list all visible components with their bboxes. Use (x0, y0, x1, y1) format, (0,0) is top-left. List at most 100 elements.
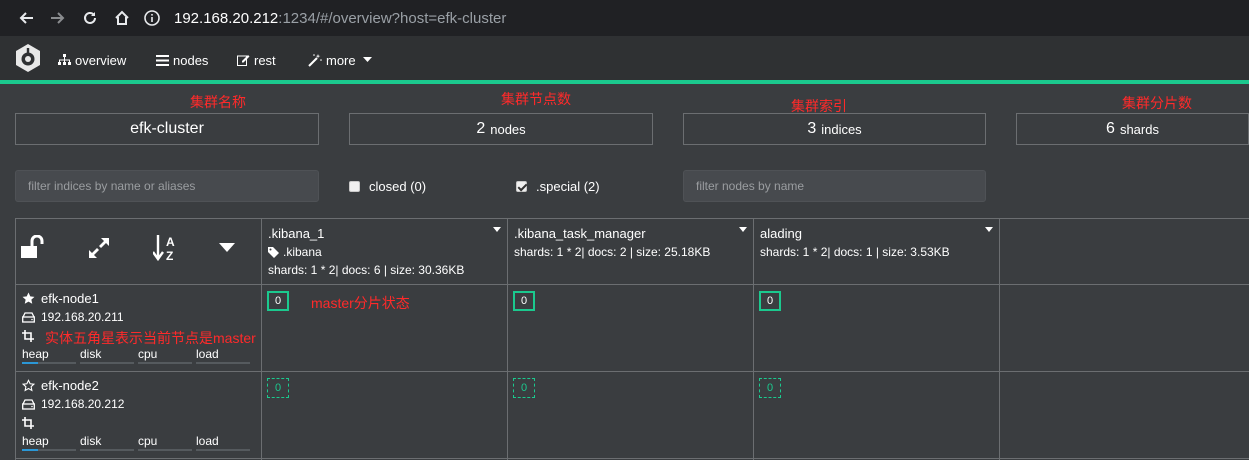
index-menu-caret-icon[interactable] (985, 227, 993, 232)
metric-load-bar (196, 449, 250, 451)
annotation-cluster-name: 集群名称 (190, 94, 246, 110)
arrow-right-icon (51, 12, 65, 24)
index-name: alading (760, 226, 802, 241)
annotation-cluster-shards: 集群分片数 (1122, 95, 1192, 111)
indices-unit: indices (821, 121, 862, 137)
index-header-alading[interactable]: alading shards: 1 * 2| docs: 1 | size: 3… (754, 218, 999, 284)
node-name-row[interactable]: efk-node1 (22, 290, 254, 306)
annotation-master-shard-state: master分片状态 (311, 295, 410, 311)
shard-replica[interactable]: 0 (759, 378, 781, 398)
caret-down-icon (362, 57, 372, 62)
metric-disk: disk (80, 347, 138, 364)
node-ip-row: 192.168.20.212 (22, 396, 254, 412)
sort-alpha-icon[interactable]: A Z (153, 233, 179, 263)
metric-load-bar (196, 362, 250, 364)
address-bar[interactable]: 192.168.20.212:1234/#/overview?host=efk-… (140, 4, 1249, 32)
index-info: shards: 1 * 2| docs: 6 | size: 30.36KB (268, 263, 465, 277)
nodes-count-box: 2 nodes (349, 113, 653, 145)
metric-heap: heap (22, 434, 80, 451)
node-name-row[interactable]: efk-node2 (22, 377, 254, 393)
list-icon (156, 54, 169, 66)
nav-more-dropdown[interactable]: more (308, 52, 376, 68)
filter-nodes-input[interactable]: filter nodes by name (683, 170, 986, 202)
url-path: :1234/#/overview?host=efk-cluster (278, 9, 507, 27)
unlock-icon[interactable] (20, 235, 46, 259)
metric-disk-label: disk (80, 434, 102, 448)
nav-overview-label: overview (75, 52, 127, 68)
home-button[interactable] (108, 4, 136, 32)
magic-wand-icon (308, 53, 322, 67)
shard-replica[interactable]: 0 (267, 378, 289, 398)
metric-load-label: load (196, 347, 219, 361)
metric-load: load (196, 434, 254, 451)
site-info-icon[interactable] (140, 6, 164, 30)
special-label: .special (2) (536, 179, 600, 194)
grid-bottom-line (15, 458, 1249, 459)
star-outline-icon (22, 378, 35, 391)
node-ip-row: 192.168.20.211 (22, 309, 254, 325)
hdd-icon (22, 311, 35, 323)
index-name: .kibana_task_manager (514, 226, 646, 241)
node-name: efk-node2 (41, 377, 99, 393)
forward-button[interactable] (44, 4, 72, 32)
metric-load: load (196, 347, 254, 364)
index-header-kibana-1[interactable]: .kibana_1 .kibana shards: 1 * 2| docs: 6… (262, 218, 507, 284)
edit-icon (237, 55, 250, 66)
browser-bar: 192.168.20.212:1234/#/overview?host=efk-… (0, 0, 1249, 36)
metric-cpu-bar (138, 449, 192, 451)
indices-count-box: 3 indices (683, 113, 986, 145)
shard-primary[interactable]: 0 (267, 291, 289, 311)
node-ip: 192.168.20.211 (41, 310, 124, 324)
nav-rest[interactable]: rest (237, 52, 276, 68)
index-alias: .kibana (268, 245, 501, 259)
metric-disk-bar (80, 362, 134, 364)
svg-text:Z: Z (166, 249, 173, 263)
index-header-kibana-task-manager[interactable]: .kibana_task_manager shards: 1 * 2| docs… (508, 218, 753, 284)
filter-indices-input[interactable]: filter indices by name or aliases (15, 170, 319, 202)
metric-cpu: cpu (138, 434, 196, 451)
node-flag-row (22, 415, 254, 431)
special-indices-toggle[interactable]: .special (2) (516, 179, 600, 194)
index-menu-caret-icon[interactable] (739, 227, 747, 232)
grid-col4-line (999, 218, 1000, 460)
star-filled-icon (22, 292, 35, 304)
arrow-left-icon (19, 12, 33, 24)
index-menu-caret-icon[interactable] (493, 227, 501, 232)
node-name: efk-node1 (41, 290, 99, 306)
node-metrics: heap disk cpu load (22, 434, 254, 451)
expand-icon[interactable] (87, 236, 111, 260)
cluster-name: efk-cluster (130, 120, 204, 137)
caret-down-icon[interactable] (219, 243, 235, 253)
metric-disk-label: disk (80, 347, 102, 361)
annotation-master-star: 实体五角星表示当前节点是master (45, 330, 256, 346)
reload-button[interactable] (76, 4, 104, 32)
cerebro-logo-icon[interactable] (13, 43, 43, 73)
node-metrics: heap disk cpu load (22, 347, 254, 364)
metric-cpu-label: cpu (138, 434, 158, 448)
node-row-efk-node2: efk-node2 192.168.20.212 heap disk cpu l… (15, 377, 261, 451)
metric-heap-fill (22, 362, 39, 364)
url-host: 192.168.20.212 (174, 9, 279, 27)
metric-load-label: load (196, 434, 219, 448)
metric-disk-bar (80, 449, 134, 451)
home-icon (115, 10, 129, 25)
index-info: shards: 1 * 2| docs: 2 | size: 25.18KB (514, 245, 711, 259)
closed-indices-toggle[interactable]: closed (0) (349, 179, 426, 194)
closed-checkbox[interactable] (349, 181, 360, 192)
back-button[interactable] (12, 4, 40, 32)
nav-more-label: more (326, 52, 356, 68)
cluster-name-box: efk-cluster (15, 113, 319, 145)
nav-nodes[interactable]: nodes (156, 52, 208, 68)
shard-replica[interactable]: 0 (513, 378, 535, 398)
special-checkbox[interactable] (516, 181, 527, 192)
metric-heap: heap (22, 347, 80, 364)
indices-count: 3 (807, 120, 817, 137)
shard-primary[interactable]: 0 (513, 291, 535, 311)
shards-count-box: 6 shards (1016, 113, 1249, 145)
reload-icon (84, 11, 96, 24)
metric-cpu-label: cpu (138, 347, 158, 361)
sitemap-icon (58, 54, 71, 65)
shard-primary[interactable]: 0 (759, 291, 781, 311)
metric-heap-label: heap (22, 347, 49, 361)
nav-overview[interactable]: overview (58, 52, 126, 68)
